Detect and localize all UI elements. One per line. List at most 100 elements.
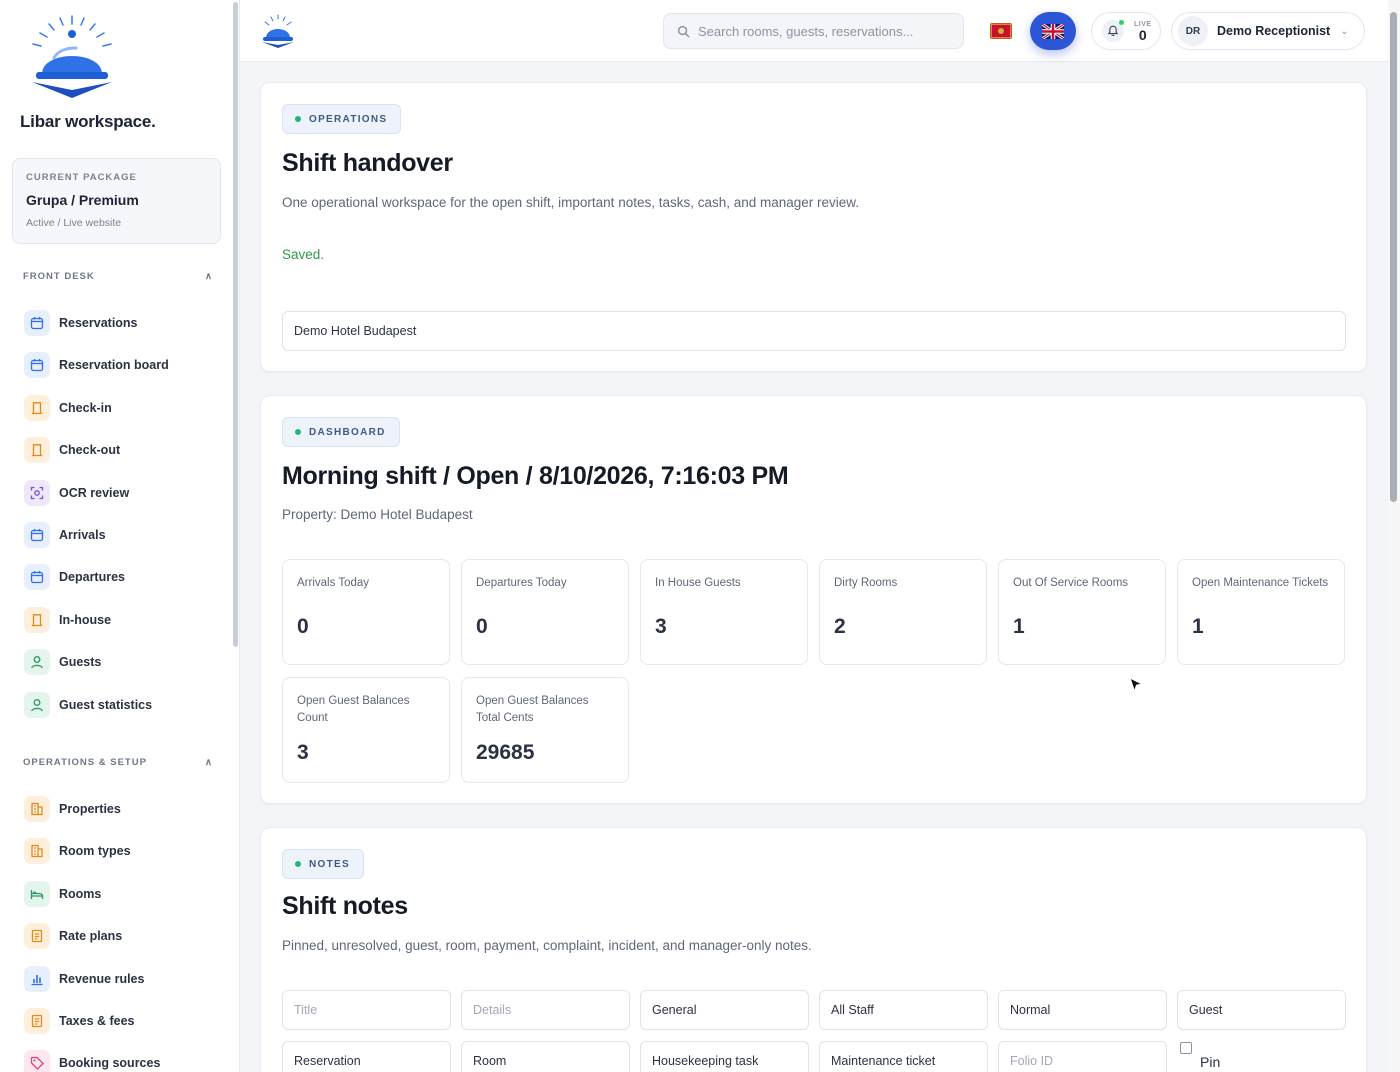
all-staff-select[interactable]: All Staff [819,990,988,1030]
sidebar-item-label: Arrivals [59,528,106,542]
collapse-chevron-icon[interactable]: ∧ [205,757,213,768]
sidebar-item-label: In-house [59,612,112,627]
user-menu[interactable]: DR Demo Receptionist ⌄ [1171,12,1365,50]
uk-flag-icon [1042,23,1064,39]
stat-label: Open Guest Balances Count [297,695,410,724]
sidebar-item-reservation-board[interactable]: Reservation board [24,352,169,379]
badge-label: DASHBOARD [309,426,386,438]
guest-select[interactable]: Guest [1177,990,1346,1030]
user-icon [24,649,50,676]
bar-chart-icon [24,965,50,992]
pin-label: Pin [1200,1054,1221,1070]
shift-notes-card: NOTES Shift notes Pinned, unresolved, gu… [260,827,1367,1072]
badge-label: OPERATIONS [309,113,388,125]
language-english-button[interactable] [1030,12,1076,50]
global-search[interactable] [663,13,964,49]
sidebar-scrollbar[interactable] [233,2,238,647]
bell-icon [1102,20,1124,42]
stat-value: 0 [297,615,309,638]
section-operations-setup[interactable]: OPERATIONS & SETUP ∧ [23,757,213,768]
section-front-desk[interactable]: FRONT DESK ∧ [23,271,213,282]
stat-card-open-guest-balances-total-cents: Open Guest Balances Total Cents 29685 [461,677,629,783]
general-select[interactable]: General [640,990,809,1030]
sidebar-item-room-types[interactable]: Room types [24,838,131,865]
maintenance-ticket-select[interactable]: Maintenance ticket [819,1041,988,1072]
hotel-bell-logo-icon[interactable] [260,14,296,48]
sidebar-item-departures[interactable]: Departures [24,564,125,591]
sidebar-item-label: Rooms [59,886,102,901]
sidebar-item-revenue-rules[interactable]: Revenue rules [24,965,144,992]
montenegro-flag-icon [990,23,1012,39]
property-line: Property: Demo Hotel Budapest [282,507,473,522]
sidebar-item-taxes-and-fees[interactable]: Taxes & fees [24,1008,135,1034]
sidebar-item-label: Booking sources [59,1056,161,1071]
status-dot [295,861,301,867]
sidebar-item-ocr-review[interactable]: OCR review [24,479,130,506]
reservation-select[interactable]: Reservation [282,1041,451,1072]
stat-label: In House Guests [655,577,741,589]
housekeeping-task-select[interactable]: Housekeeping task [640,1041,809,1072]
scrollbar-thumb[interactable] [1390,12,1397,502]
sidebar-item-check-out[interactable]: Check-out [24,437,121,464]
stat-card-open-maintenance-tickets: Open Maintenance Tickets 1 [1177,559,1345,665]
checkbox[interactable] [1180,1042,1192,1054]
stat-label: Arrivals Today [297,577,370,589]
sidebar-item-guest-statistics[interactable]: Guest statistics [24,691,152,718]
sidebar-item-properties[interactable]: Properties [24,796,121,822]
sidebar-item-label: Guests [59,655,102,670]
normal-select[interactable]: Normal [998,990,1167,1030]
property-select[interactable]: Demo Hotel Budapest [282,311,1346,351]
page-description: One operational workspace for the open s… [282,195,860,210]
sidebar-item-label: OCR review [59,485,130,500]
stat-value: 29685 [476,741,535,764]
sidebar-item-guests[interactable]: Guests [24,649,102,676]
stat-card-out-of-service-rooms: Out Of Service Rooms 1 [998,559,1166,665]
sidebar-item-label: Departures [59,570,125,585]
pin-checkbox[interactable]: Pin [1180,1042,1220,1070]
user-icon [24,691,50,718]
tag-icon [24,1050,50,1072]
document-icon [24,1008,50,1034]
folio-id-input[interactable]: Folio ID [998,1041,1167,1072]
door-icon [24,394,50,421]
dashboard-badge: DASHBOARD [282,417,400,447]
package-name: Grupa / Premium [26,192,139,208]
notifications-button[interactable]: LIVE 0 [1091,12,1161,50]
stat-label: Open Guest Balances Total Cents [476,695,589,724]
sidebar-item-in-house[interactable]: In-house [24,606,112,633]
sidebar-item-label: Properties [59,802,121,816]
sidebar-item-check-in[interactable]: Check-in [24,394,112,421]
stat-value: 2 [834,615,846,638]
stat-label: Dirty Rooms [834,577,898,589]
stat-value: 1 [1013,615,1025,638]
badge-label: NOTES [309,858,350,870]
room-select[interactable]: Room [461,1041,630,1072]
details-input[interactable]: Details [461,990,630,1030]
title-input[interactable]: Title [282,990,451,1030]
sidebar-item-rooms[interactable]: Rooms [24,880,102,907]
calendar-icon [24,310,50,336]
search-icon [677,25,690,37]
stat-value: 3 [655,615,667,638]
sidebar-item-label: Check-out [59,443,121,458]
live-status-dot [1119,20,1124,25]
sidebar-item-rate-plans[interactable]: Rate plans [24,923,123,950]
bed-icon [24,880,50,907]
collapse-chevron-icon[interactable]: ∧ [205,271,213,282]
calendar-icon [24,564,50,591]
sidebar-item-booking-sources[interactable]: Booking sources [24,1050,160,1072]
stat-value: 1 [1192,615,1204,638]
hotel-bell-logo-icon [32,15,112,98]
scan-icon [24,479,50,506]
sidebar-item-reservations[interactable]: Reservations [24,310,138,336]
building-icon [24,838,50,865]
search-input[interactable] [698,23,948,39]
stat-card-open-guest-balances-count: Open Guest Balances Count 3 [282,677,450,783]
door-icon [24,437,50,464]
stat-label: Departures Today [476,577,567,589]
language-montenegrin-button[interactable] [980,12,1022,50]
sidebar-item-arrivals[interactable]: Arrivals [24,522,106,548]
main-scrollbar[interactable] [1388,0,1400,1072]
stat-card-arrivals-today: Arrivals Today 0 [282,559,450,665]
sidebar-item-label: Rate plans [59,929,123,944]
